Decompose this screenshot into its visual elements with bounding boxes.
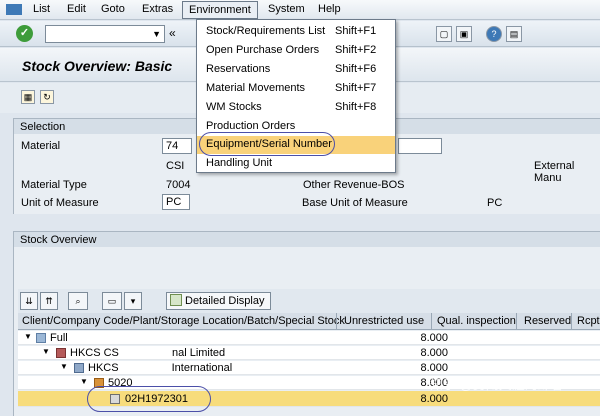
menu-item-label: Stock/Requirements List	[206, 25, 326, 37]
page-title: Stock Overview: Basic	[22, 58, 173, 74]
sap-menu-icon[interactable]	[6, 4, 22, 15]
watermark: 知乎 @勇闯天涯的虾客	[430, 377, 564, 392]
menu-environment[interactable]: Environment	[182, 1, 258, 19]
menu-item-shortcut: Shift+F8	[335, 101, 377, 113]
material-short-text: CSI	[166, 160, 185, 172]
menu-item-shortcut: Shift+F2	[335, 44, 377, 56]
base-unit-value: PC	[487, 197, 503, 209]
menu-extras[interactable]: Extras	[142, 3, 173, 15]
material-type-label: Material Type	[21, 179, 87, 191]
row-name: HKCS CS nal Limited	[70, 347, 225, 359]
col-unrestricted[interactable]: Unrestricted use	[344, 315, 424, 327]
row-name-part: HKCS CS	[70, 347, 122, 359]
menu-item-shortcut: Shift+F1	[335, 25, 377, 37]
menu-goto[interactable]: Goto	[101, 3, 125, 15]
collapse-arrow-icon[interactable]: ▼	[80, 377, 88, 386]
table-row[interactable]: ▼ Full 8.000	[18, 331, 600, 345]
detailed-display-label: Detailed Display	[185, 295, 265, 307]
create-session-icon[interactable]: ▢	[436, 26, 452, 42]
back-icon[interactable]: «	[169, 26, 176, 40]
collapse-arrow-icon[interactable]: ▼	[24, 332, 32, 341]
shortcut-icon[interactable]: ▣	[456, 26, 472, 42]
detailed-display-button[interactable]: Detailed Display	[166, 292, 272, 310]
collapse-arrow-icon[interactable]: ▼	[42, 347, 50, 356]
menu-item-wm-stocks[interactable]: WM Stocks Shift+F8	[197, 99, 395, 117]
grid-header: Client/Company Code/Plant/Storage Locati…	[18, 313, 600, 330]
collapse-all-icon[interactable]: ⇈	[40, 292, 58, 310]
expand-all-icon[interactable]: ⇊	[20, 292, 38, 310]
material-type-description: Other Revenue-BOS	[303, 179, 405, 191]
unit-of-measure-label: Unit of Measure	[21, 197, 99, 209]
col-hierarchy[interactable]: Client/Company Code/Plant/Storage Locati…	[22, 315, 345, 327]
row-name: HKCS International	[88, 362, 232, 374]
column-separator	[516, 313, 517, 330]
row-name-part: HKCS	[88, 362, 122, 374]
database-icon	[36, 333, 46, 343]
material-type-value: 7004	[166, 179, 191, 191]
layout-menu-icon[interactable]: ▤	[506, 26, 522, 42]
plant-icon	[74, 363, 84, 373]
annotation-circle	[87, 386, 211, 412]
menu-item-shortcut: Shift+F6	[335, 63, 377, 75]
annotation-circle	[199, 132, 335, 156]
grid-toolbar: ⇊ ⇈ ⌕ ▭ ▾ Detailed Display	[18, 289, 600, 313]
menu-item-label: Material Movements	[206, 82, 306, 94]
document-icon[interactable]: ▦	[21, 90, 35, 104]
unit-of-measure-field[interactable]: PC	[162, 194, 190, 210]
menu-bar: List Edit Goto Extras Environment System…	[0, 0, 600, 20]
col-receipt[interactable]: Rcpt	[577, 315, 600, 327]
chevron-down-icon[interactable]: ▼	[152, 29, 161, 39]
collapse-arrow-icon[interactable]: ▼	[60, 362, 68, 371]
menu-help[interactable]: Help	[318, 3, 341, 15]
print-icon[interactable]: ▭	[102, 292, 122, 310]
menu-edit[interactable]: Edit	[67, 3, 86, 15]
row-name-part: International	[171, 362, 233, 374]
row-name: Full	[50, 332, 68, 344]
enter-check-icon[interactable]: ✓	[16, 25, 33, 42]
menu-item-material-movements[interactable]: Material Movements Shift+F7	[197, 80, 395, 98]
col-qual-inspection[interactable]: Qual. inspection	[437, 315, 516, 327]
menu-item-label: Production Orders	[206, 120, 296, 132]
detail-icon	[170, 294, 182, 306]
base-unit-label: Base Unit of Measure	[302, 197, 408, 209]
menu-item-handling-unit[interactable]: Handling Unit	[197, 155, 395, 173]
menu-item-stock-requirements[interactable]: Stock/Requirements List Shift+F1	[197, 23, 395, 41]
refresh-icon[interactable]: ↻	[40, 90, 54, 104]
menu-item-label: Open Purchase Orders	[206, 44, 320, 56]
table-row[interactable]: ▼ HKCS CS nal Limited 8.000	[18, 346, 600, 360]
help-icon[interactable]: ?	[486, 26, 502, 42]
stock-overview-group-title: Stock Overview	[14, 232, 600, 247]
row-qty: 8.000	[420, 332, 448, 344]
row-name-part: nal Limited	[171, 347, 226, 359]
menu-item-label: Reservations	[206, 63, 271, 75]
menu-list[interactable]: List	[33, 3, 50, 15]
column-separator	[336, 313, 337, 330]
column-separator	[571, 313, 572, 330]
material-field[interactable]: 74	[162, 138, 192, 154]
material-description-field[interactable]	[398, 138, 442, 154]
menu-item-reservations[interactable]: Reservations Shift+F6	[197, 61, 395, 79]
row-qty: 8.000	[420, 347, 448, 359]
external-manufacturer-label: External Manu	[534, 160, 575, 184]
row-qty: 8.000	[420, 393, 448, 405]
material-label: Material	[21, 140, 61, 152]
menu-item-label: WM Stocks	[206, 101, 262, 113]
print-dropdown-icon[interactable]: ▾	[124, 292, 142, 310]
menu-item-label: Handling Unit	[206, 157, 273, 169]
command-field[interactable]: ▼	[45, 25, 165, 43]
row-qty: 8.000	[420, 362, 448, 374]
menu-system[interactable]: System	[268, 3, 305, 15]
menu-item-open-purchase-orders[interactable]: Open Purchase Orders Shift+F2	[197, 42, 395, 60]
table-row[interactable]: ▼ HKCS International 8.000	[18, 361, 600, 375]
column-separator	[431, 313, 432, 330]
col-reserved[interactable]: Reserved	[524, 315, 571, 327]
menu-item-shortcut: Shift+F7	[335, 82, 377, 94]
find-icon[interactable]: ⌕	[68, 292, 88, 310]
company-icon	[56, 348, 66, 358]
